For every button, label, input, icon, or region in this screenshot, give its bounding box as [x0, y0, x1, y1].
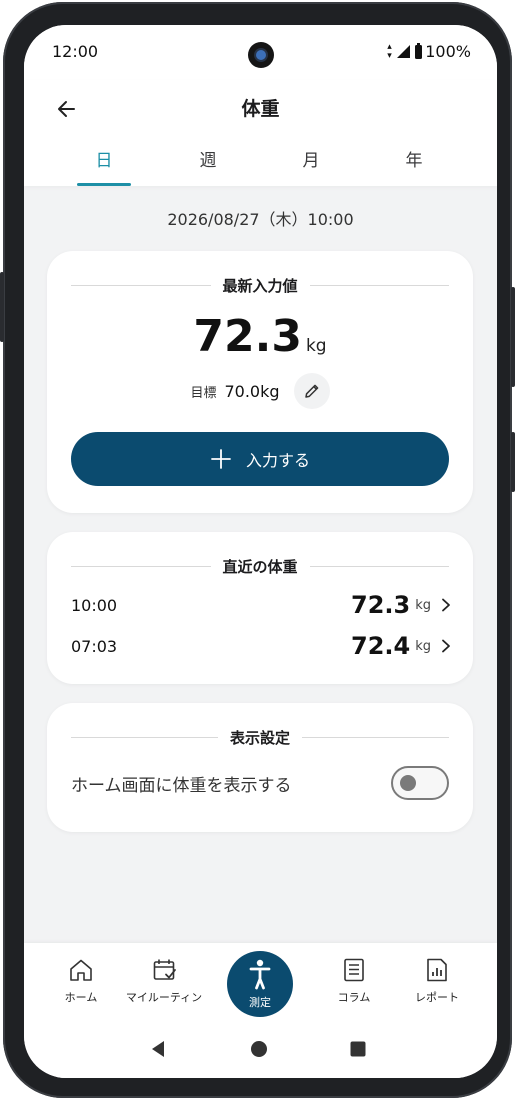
calendar-check-icon	[153, 959, 176, 980]
nav-measure[interactable]: 測定	[227, 951, 293, 1017]
recent-weights-card: 直近の体重 10:00 72.3 kg 07:03 72.4 kg	[47, 532, 473, 684]
side-button	[0, 272, 4, 342]
section-heading: 直近の体重	[71, 556, 450, 577]
latest-weight-unit: kg	[305, 336, 327, 356]
system-back-icon[interactable]	[149, 1039, 167, 1059]
status-icons: ▴ ▾ 100%	[387, 42, 471, 61]
tab-week[interactable]: 週	[178, 142, 238, 186]
phone-frame: 12:00 ▴ ▾ 100% 体重 日 週 月 年 2026/08/27（木）1…	[0, 2, 515, 1098]
recent-row[interactable]: 07:03 72.4 kg	[71, 631, 451, 661]
system-home-icon[interactable]	[250, 1039, 268, 1059]
show-on-home-toggle[interactable]	[391, 766, 449, 800]
latest-value-card: 最新入力値 72.3 kg 目標 70.0kg 入力する	[47, 251, 473, 513]
nav-label: マイルーティン	[125, 991, 203, 1004]
divider	[71, 737, 218, 738]
home-icon	[70, 959, 92, 981]
recent-time: 10:00	[71, 595, 118, 615]
tab-month[interactable]: 月	[281, 142, 341, 186]
report-icon	[427, 958, 447, 982]
divider	[309, 566, 450, 567]
display-settings-card: 表示設定 ホーム画面に体重を表示する	[47, 703, 473, 832]
camera-cutout	[248, 42, 274, 68]
recent-row[interactable]: 10:00 72.3 kg	[71, 590, 451, 620]
pencil-icon	[304, 384, 318, 398]
latest-heading: 最新入力値	[222, 277, 298, 295]
current-datetime: 2026/08/27（木）10:00	[167, 210, 354, 229]
nav-label: コラム	[337, 991, 371, 1004]
latest-weight: 72.3 kg	[47, 311, 473, 362]
show-on-home-label: ホーム画面に体重を表示する	[71, 775, 292, 796]
nav-label: レポート	[415, 991, 459, 1004]
tab-year[interactable]: 年	[384, 142, 444, 186]
data-arrows-icon: ▴ ▾	[387, 41, 392, 61]
status-time: 12:00	[52, 42, 99, 61]
side-button	[511, 287, 515, 387]
goal-row: 目標 70.0kg	[47, 373, 473, 409]
recent-unit: kg	[415, 597, 431, 613]
side-button	[511, 432, 515, 492]
show-on-home-setting: ホーム画面に体重を表示する	[71, 766, 449, 800]
system-recents-icon[interactable]	[349, 1039, 367, 1059]
display-settings-heading: 表示設定	[230, 729, 291, 747]
edit-goal-button[interactable]	[293, 373, 330, 409]
signal-icon	[397, 45, 411, 58]
goal-value: 70.0kg	[224, 381, 280, 401]
nav-my-routine[interactable]: マイルーティン	[119, 957, 209, 1005]
input-weight-button[interactable]: 入力する	[71, 432, 449, 486]
tab-label: 日	[95, 151, 113, 171]
person-icon	[249, 959, 271, 990]
status-bar: 12:00 ▴ ▾ 100%	[24, 25, 497, 80]
screen: 12:00 ▴ ▾ 100% 体重 日 週 月 年 2026/08/27（木）1…	[24, 25, 497, 1078]
tab-day[interactable]: 日	[74, 142, 134, 186]
latest-weight-value: 72.3	[193, 311, 302, 362]
battery-icon	[415, 42, 423, 59]
tab-label: 週	[199, 151, 217, 171]
bottom-navigation: ホーム マイルーティン 測定 コラム レポート	[24, 943, 497, 1078]
tab-label: 月	[302, 151, 320, 171]
nav-column[interactable]: コラム	[309, 957, 399, 1005]
nav-report[interactable]: レポート	[392, 957, 482, 1005]
section-heading: 表示設定	[71, 727, 450, 748]
active-tab-indicator	[77, 183, 131, 186]
recent-unit: kg	[415, 638, 431, 654]
system-navigation-bar	[24, 1039, 497, 1069]
recent-heading: 直近の体重	[222, 558, 298, 576]
battery-percent: 100%	[425, 42, 471, 61]
divider	[71, 566, 211, 567]
page-title: 体重	[241, 98, 280, 120]
chevron-right-icon	[442, 639, 450, 653]
input-button-label: 入力する	[245, 451, 310, 470]
recent-value: 72.3	[351, 591, 411, 619]
article-icon	[344, 958, 364, 982]
section-heading: 最新入力値	[71, 275, 450, 296]
nav-label: ホーム	[64, 991, 98, 1004]
plus-icon	[211, 449, 231, 469]
toggle-knob	[400, 775, 416, 791]
period-tabs: 日 週 月 年	[24, 142, 497, 186]
divider	[302, 737, 450, 738]
goal-label: 目標	[190, 385, 217, 401]
tab-label: 年	[405, 151, 423, 171]
divider	[71, 285, 211, 286]
divider	[309, 285, 450, 286]
app-header: 体重 日 週 月 年	[24, 80, 497, 186]
chevron-right-icon	[442, 598, 450, 612]
recent-value: 72.4	[351, 632, 411, 660]
nav-label: 測定	[249, 996, 271, 1009]
recent-time: 07:03	[71, 636, 118, 656]
nav-home[interactable]: ホーム	[36, 957, 126, 1005]
